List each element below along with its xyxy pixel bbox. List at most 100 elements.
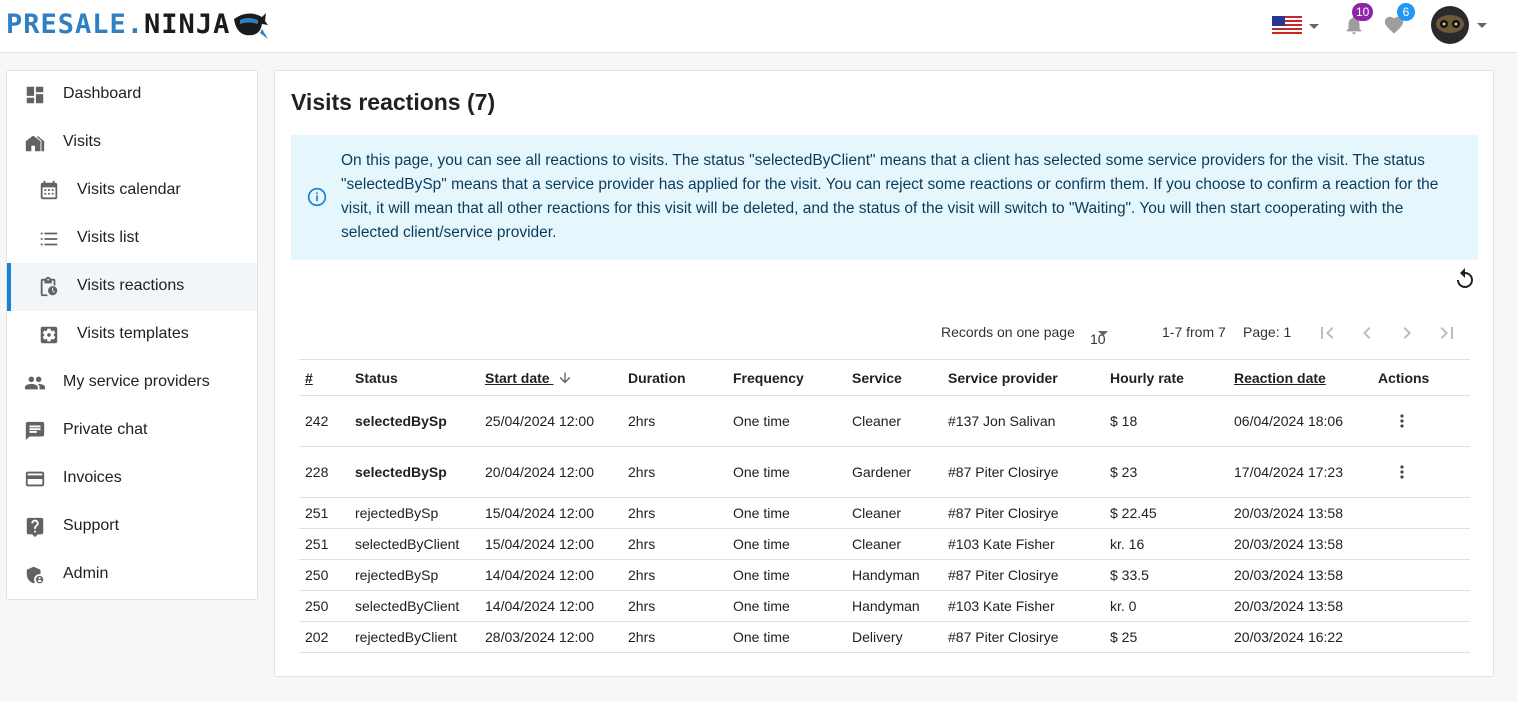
frequency-cell: One time (727, 621, 846, 653)
column-header-id[interactable]: # (299, 359, 349, 396)
status-cell: selectedByClient (349, 590, 479, 622)
actions-cell (1372, 446, 1470, 498)
service-cell: Gardener (846, 446, 942, 498)
next-page-icon[interactable] (1395, 321, 1419, 345)
status-cell: rejectedBySp (349, 559, 479, 591)
sidebar-item-visits-list[interactable]: Visits list (7, 215, 257, 263)
rate-cell: kr. 0 (1104, 590, 1228, 622)
frequency-cell: One time (727, 395, 846, 447)
sidebar-item-dashboard[interactable]: Dashboard (7, 71, 257, 119)
provider-link[interactable]: #103 Kate Fisher (942, 528, 1104, 560)
column-header-rate: Hourly rate (1104, 359, 1228, 396)
user-menu[interactable] (1430, 5, 1490, 45)
reaction-date-cell: 20/03/2024 13:58 (1228, 497, 1372, 529)
visit-id-link[interactable]: 251 (299, 528, 349, 560)
more-actions-button[interactable] (1378, 462, 1412, 482)
provider-link[interactable]: #137 Jon Salivan (942, 395, 1104, 447)
duration-cell: 2hrs (622, 559, 727, 591)
provider-link[interactable]: #103 Kate Fisher (942, 590, 1104, 622)
duration-cell: 2hrs (622, 497, 727, 529)
sidebar-item-visits-reactions[interactable]: Visits reactions (7, 263, 257, 311)
actions-cell (1372, 621, 1470, 653)
gear-box-icon (40, 326, 58, 344)
refresh-button[interactable] (1453, 267, 1477, 296)
column-header-duration: Duration (622, 359, 727, 396)
language-selector[interactable] (1272, 15, 1322, 37)
sidebar-item-admin[interactable]: Admin (7, 551, 257, 599)
top-bar: PRESALE.NINJA 10 6 (0, 0, 1517, 53)
sidebar-item-invoices[interactable]: Invoices (7, 455, 257, 503)
sidebar-item-visits-calendar[interactable]: Visits calendar (7, 167, 257, 215)
more-actions-button[interactable] (1378, 411, 1412, 431)
previous-page-icon[interactable] (1355, 321, 1379, 345)
rate-cell: $ 18 (1104, 395, 1228, 447)
table-row: 202 rejectedByClient 28/03/2024 12:00 2h… (299, 621, 1470, 653)
more-vertical-icon (1400, 465, 1404, 479)
frequency-cell: One time (727, 446, 846, 498)
sidebar-item-support[interactable]: Support (7, 503, 257, 551)
chevron-down-icon (1477, 23, 1487, 28)
rate-cell: $ 23 (1104, 446, 1228, 498)
admin-shield-icon (26, 566, 44, 584)
favorites-count-badge: 6 (1397, 3, 1415, 21)
house-icon (25, 135, 45, 152)
favorites-button[interactable]: 6 (1383, 3, 1415, 38)
column-header-start-date[interactable]: Start date (479, 359, 622, 396)
first-page-icon[interactable] (1315, 321, 1339, 345)
visit-id-link[interactable]: 242 (299, 395, 349, 447)
duration-cell: 2hrs (622, 621, 727, 653)
frequency-cell: One time (727, 590, 846, 622)
sidebar-item-visits[interactable]: Visits (7, 119, 257, 167)
last-page-icon[interactable] (1435, 321, 1459, 345)
reaction-date-cell: 20/03/2024 13:58 (1228, 528, 1372, 560)
frequency-cell: One time (727, 528, 846, 560)
status-cell: rejectedByClient (349, 621, 479, 653)
visit-id-link[interactable]: 251 (299, 497, 349, 529)
start-date-cell: 15/04/2024 12:00 (479, 497, 622, 529)
table-row: 251 rejectedBySp 15/04/2024 12:00 2hrs O… (299, 497, 1470, 529)
reactions-table: # Status Start date Duration Frequency S… (299, 359, 1470, 653)
table-row: 251 selectedByClient 15/04/2024 12:00 2h… (299, 528, 1470, 560)
brand-logo[interactable]: PRESALE.NINJA (6, 6, 269, 42)
duration-cell: 2hrs (622, 395, 727, 447)
visit-id-link[interactable]: 250 (299, 590, 349, 622)
help-icon (26, 517, 44, 538)
status-cell: selectedByClient (349, 528, 479, 560)
people-icon (24, 376, 46, 390)
service-cell: Cleaner (846, 497, 942, 529)
chat-icon (25, 421, 45, 441)
records-per-page-label: Records on one page (941, 324, 1075, 340)
duration-cell: 2hrs (622, 446, 727, 498)
avatar (1431, 6, 1469, 44)
start-date-cell: 15/04/2024 12:00 (479, 528, 622, 560)
service-cell: Delivery (846, 621, 942, 653)
notifications-count-badge: 10 (1352, 3, 1374, 21)
notifications-button[interactable]: 10 (1343, 3, 1374, 38)
current-page: Page: 1 (1243, 324, 1292, 340)
duration-cell: 2hrs (622, 590, 727, 622)
column-header-reaction-date[interactable]: Reaction date (1228, 359, 1372, 396)
sidebar-item-my-service-providers[interactable]: My service providers (7, 359, 257, 407)
start-date-cell: 28/03/2024 12:00 (479, 621, 622, 653)
start-date-cell: 20/04/2024 12:00 (479, 446, 622, 498)
sidebar-item-visits-templates[interactable]: Visits templates (7, 311, 257, 359)
rate-cell: kr. 16 (1104, 528, 1228, 560)
arrow-down-icon (560, 372, 571, 383)
start-date-cell: 25/04/2024 12:00 (479, 395, 622, 447)
visit-id-link[interactable]: 202 (299, 621, 349, 653)
rate-cell: $ 25 (1104, 621, 1228, 653)
calendar-icon (40, 180, 58, 200)
duration-cell: 2hrs (622, 528, 727, 560)
service-cell: Cleaner (846, 395, 942, 447)
reaction-date-cell: 17/04/2024 17:23 (1228, 446, 1372, 498)
provider-link[interactable]: #87 Piter Closirye (942, 497, 1104, 529)
provider-link[interactable]: #87 Piter Closirye (942, 559, 1104, 591)
visit-id-link[interactable]: 250 (299, 559, 349, 591)
provider-link[interactable]: #87 Piter Closirye (942, 621, 1104, 653)
visit-id-link[interactable]: 228 (299, 446, 349, 498)
sidebar-item-private-chat[interactable]: Private chat (7, 407, 257, 455)
table-row: 228 selectedBySp 20/04/2024 12:00 2hrs O… (299, 446, 1470, 498)
list-icon (40, 232, 58, 246)
column-header-status: Status (349, 359, 479, 396)
provider-link[interactable]: #87 Piter Closirye (942, 446, 1104, 498)
